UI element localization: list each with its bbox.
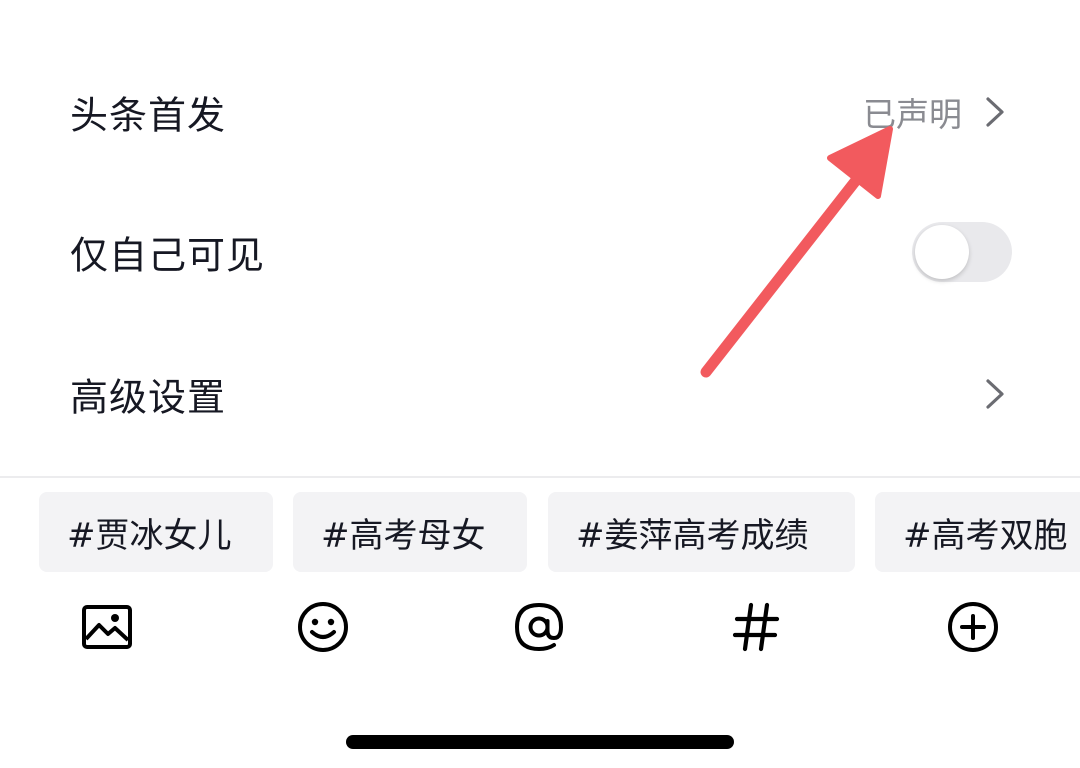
advanced-settings-label: 高级设置 (70, 375, 227, 420)
topic-chip[interactable]: #姜萍高考成绩 (548, 492, 855, 572)
compose-toolbar (0, 597, 1080, 659)
topic-chip[interactable]: #高考母女 (293, 492, 527, 572)
toggle-knob (915, 225, 969, 279)
first-publish-status: 已声明 (863, 95, 962, 134)
chevron-right-icon (986, 97, 1004, 127)
topic-chip[interactable]: #高考双胞 (875, 492, 1080, 572)
emoji-icon[interactable] (293, 597, 353, 657)
private-visibility-label: 仅自己可见 (70, 233, 266, 278)
settings-row-first-publish[interactable]: 头条首发 已声明 (0, 52, 1080, 172)
hashtag-icon[interactable] (726, 597, 786, 657)
mention-icon[interactable] (509, 597, 569, 657)
settings-row-advanced[interactable]: 高级设置 (0, 334, 1080, 454)
private-visibility-toggle[interactable] (912, 222, 1012, 282)
topic-chip[interactable]: #贾冰女儿 (39, 492, 273, 572)
home-indicator (346, 735, 734, 749)
section-divider (0, 476, 1080, 478)
add-icon[interactable] (943, 597, 1003, 657)
first-publish-label: 头条首发 (70, 93, 227, 138)
image-icon[interactable] (77, 597, 137, 657)
settings-row-private: 仅自己可见 (0, 192, 1080, 312)
topic-suggestion-bar[interactable]: #贾冰女儿 #高考母女 #姜萍高考成绩 #高考双胞 (0, 492, 1080, 572)
chevron-right-icon (986, 379, 1004, 409)
